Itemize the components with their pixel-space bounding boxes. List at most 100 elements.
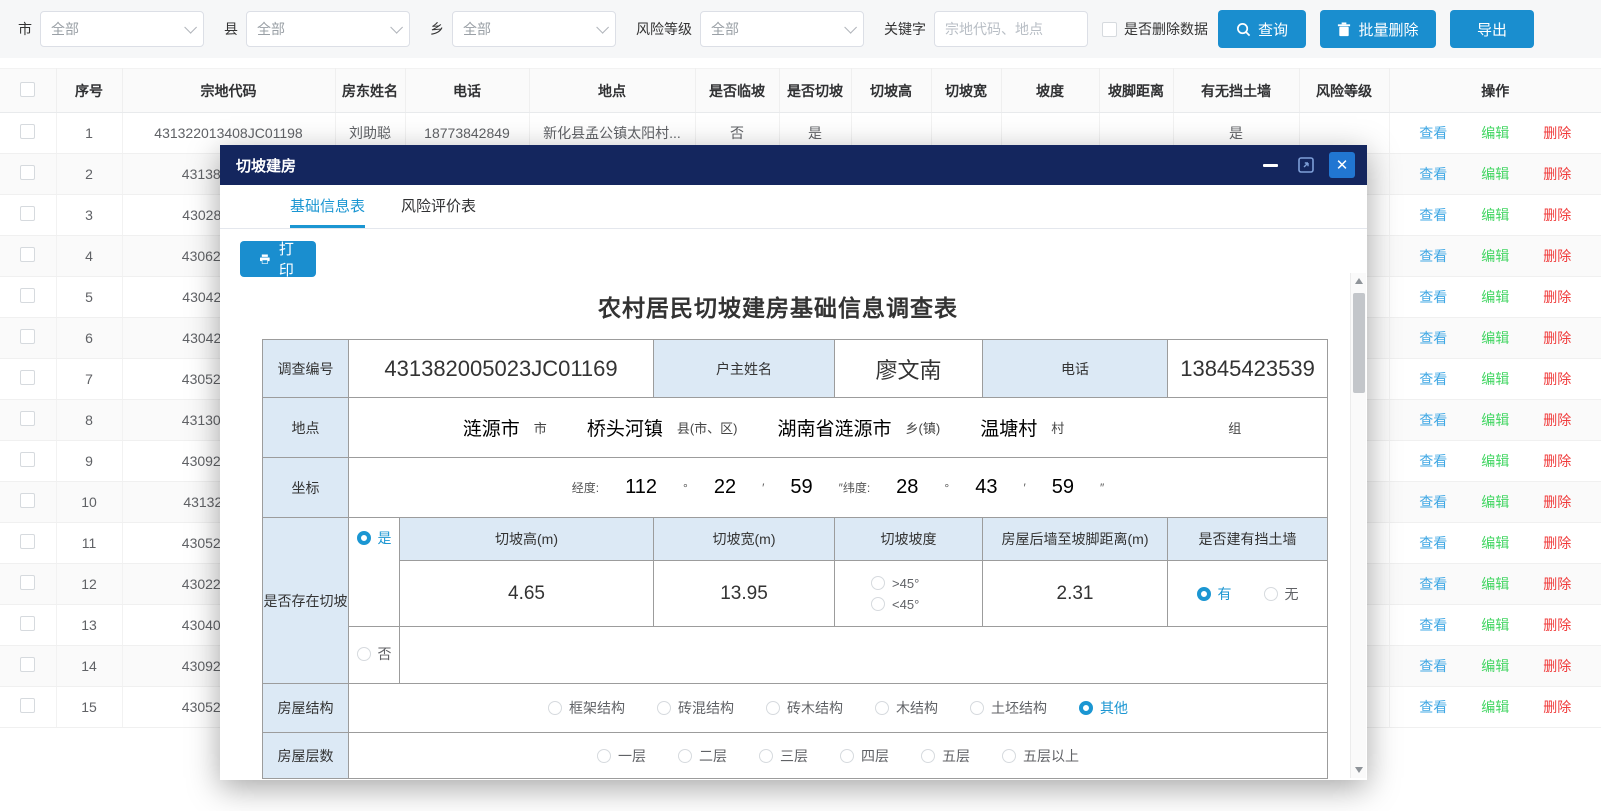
view-link[interactable]: 查看 xyxy=(1419,125,1447,141)
structure-option-radio[interactable]: 砖混结构 xyxy=(657,698,734,718)
floors-option-radio[interactable]: 一层 xyxy=(597,746,646,766)
view-link[interactable]: 查看 xyxy=(1419,535,1447,551)
edit-link[interactable]: 编辑 xyxy=(1481,207,1509,223)
delete-link[interactable]: 删除 xyxy=(1543,535,1571,551)
maximize-button[interactable] xyxy=(1293,152,1319,178)
delete-link[interactable]: 删除 xyxy=(1543,207,1571,223)
structure-option-radio[interactable]: 框架结构 xyxy=(548,698,625,718)
delete-link[interactable]: 删除 xyxy=(1543,658,1571,674)
city-select[interactable]: 全部 xyxy=(40,11,204,47)
cut-slope-yes-radio[interactable]: 是 xyxy=(357,528,392,548)
scroll-up-icon[interactable] xyxy=(1351,273,1367,289)
edit-link[interactable]: 编辑 xyxy=(1481,166,1509,182)
edit-link[interactable]: 编辑 xyxy=(1481,658,1509,674)
tab-risk-evaluation[interactable]: 风险评价表 xyxy=(401,185,476,228)
view-link[interactable]: 查看 xyxy=(1419,166,1447,182)
delete-link[interactable]: 删除 xyxy=(1543,248,1571,264)
floors-option-radio[interactable]: 五层 xyxy=(921,746,970,766)
floors-option-radio[interactable]: 四层 xyxy=(840,746,889,766)
batch-delete-button[interactable]: 批量删除 xyxy=(1320,10,1436,48)
risk-select[interactable]: 全部 xyxy=(700,11,864,47)
township-select[interactable]: 全部 xyxy=(452,11,616,47)
view-link[interactable]: 查看 xyxy=(1419,576,1447,592)
edit-link[interactable]: 编辑 xyxy=(1481,617,1509,633)
view-link[interactable]: 查看 xyxy=(1419,453,1447,469)
wall-yes-radio[interactable]: 有 xyxy=(1197,584,1232,604)
slope-gt45-radio[interactable]: >45° xyxy=(871,576,919,591)
cut-slope-no-radio[interactable]: 否 xyxy=(357,644,392,664)
view-link[interactable]: 查看 xyxy=(1419,494,1447,510)
export-button[interactable]: 导出 xyxy=(1450,10,1534,48)
edit-link[interactable]: 编辑 xyxy=(1481,412,1509,428)
delete-link[interactable]: 删除 xyxy=(1543,330,1571,346)
view-link[interactable]: 查看 xyxy=(1419,289,1447,305)
view-link[interactable]: 查看 xyxy=(1419,658,1447,674)
close-button[interactable]: ✕ xyxy=(1329,152,1355,178)
tab-basic-info[interactable]: 基础信息表 xyxy=(290,185,365,228)
row-checkbox[interactable] xyxy=(20,657,35,672)
scroll-down-icon[interactable] xyxy=(1351,762,1367,778)
view-link[interactable]: 查看 xyxy=(1419,248,1447,264)
view-link[interactable]: 查看 xyxy=(1419,699,1447,715)
row-checkbox[interactable] xyxy=(20,329,35,344)
structure-option-radio[interactable]: 其他 xyxy=(1079,698,1128,718)
slope-lt45-radio[interactable]: <45° xyxy=(871,597,919,612)
edit-link[interactable]: 编辑 xyxy=(1481,330,1509,346)
print-button[interactable]: 打印 xyxy=(240,241,316,277)
keyword-input[interactable] xyxy=(934,11,1088,47)
delete-link[interactable]: 删除 xyxy=(1543,453,1571,469)
floors-option-radio[interactable]: 二层 xyxy=(678,746,727,766)
row-checkbox[interactable] xyxy=(20,452,35,467)
structure-option-radio[interactable]: 土坯结构 xyxy=(970,698,1047,718)
delete-link[interactable]: 删除 xyxy=(1543,289,1571,305)
row-checkbox[interactable] xyxy=(20,165,35,180)
minimize-button[interactable] xyxy=(1257,152,1283,178)
structure-option-radio[interactable]: 木结构 xyxy=(875,698,938,718)
row-checkbox[interactable] xyxy=(20,411,35,426)
floors-option-radio[interactable]: 五层以上 xyxy=(1002,746,1079,766)
county-select[interactable]: 全部 xyxy=(246,11,410,47)
row-checkbox[interactable] xyxy=(20,575,35,590)
edit-link[interactable]: 编辑 xyxy=(1481,125,1509,141)
row-checkbox[interactable] xyxy=(20,616,35,631)
delete-link[interactable]: 删除 xyxy=(1543,494,1571,510)
delete-link[interactable]: 删除 xyxy=(1543,125,1571,141)
row-checkbox[interactable] xyxy=(20,493,35,508)
deleted-data-checkbox[interactable] xyxy=(1102,22,1117,37)
edit-link[interactable]: 编辑 xyxy=(1481,576,1509,592)
wall-no-radio[interactable]: 无 xyxy=(1264,584,1299,604)
row-checkbox[interactable] xyxy=(20,124,35,139)
view-link[interactable]: 查看 xyxy=(1419,412,1447,428)
row-checkbox[interactable] xyxy=(20,247,35,262)
edit-link[interactable]: 编辑 xyxy=(1481,494,1509,510)
delete-link[interactable]: 删除 xyxy=(1543,576,1571,592)
delete-link[interactable]: 删除 xyxy=(1543,412,1571,428)
view-link[interactable]: 查看 xyxy=(1419,617,1447,633)
row-checkbox[interactable] xyxy=(20,698,35,713)
view-link[interactable]: 查看 xyxy=(1419,207,1447,223)
view-link[interactable]: 查看 xyxy=(1419,330,1447,346)
structure-option-radio[interactable]: 砖木结构 xyxy=(766,698,843,718)
delete-link[interactable]: 删除 xyxy=(1543,371,1571,387)
delete-link[interactable]: 删除 xyxy=(1543,166,1571,182)
scrollbar-thumb[interactable] xyxy=(1353,293,1365,393)
row-checkbox[interactable] xyxy=(20,534,35,549)
dialog-scrollbar[interactable] xyxy=(1350,273,1366,778)
row-checkbox[interactable] xyxy=(20,206,35,221)
select-all-checkbox[interactable] xyxy=(20,82,35,97)
row-checkbox[interactable] xyxy=(20,288,35,303)
lat-deg: 28 xyxy=(896,476,918,499)
dialog-header[interactable]: 切坡建房 ✕ xyxy=(220,145,1367,185)
edit-link[interactable]: 编辑 xyxy=(1481,289,1509,305)
floors-option-radio[interactable]: 三层 xyxy=(759,746,808,766)
delete-link[interactable]: 删除 xyxy=(1543,699,1571,715)
edit-link[interactable]: 编辑 xyxy=(1481,453,1509,469)
delete-link[interactable]: 删除 xyxy=(1543,617,1571,633)
view-link[interactable]: 查看 xyxy=(1419,371,1447,387)
edit-link[interactable]: 编辑 xyxy=(1481,248,1509,264)
edit-link[interactable]: 编辑 xyxy=(1481,535,1509,551)
row-checkbox[interactable] xyxy=(20,370,35,385)
edit-link[interactable]: 编辑 xyxy=(1481,699,1509,715)
query-button[interactable]: 查询 xyxy=(1218,10,1306,48)
edit-link[interactable]: 编辑 xyxy=(1481,371,1509,387)
